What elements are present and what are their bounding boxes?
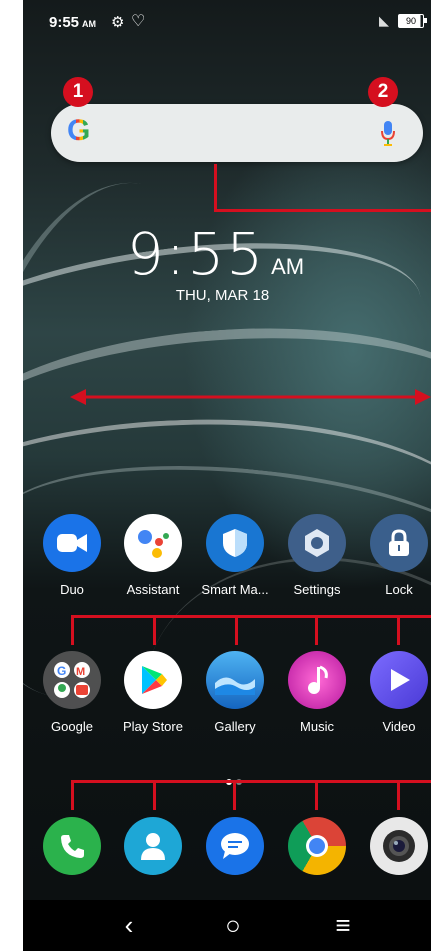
app-label: Settings (293, 582, 341, 597)
duo-icon (43, 514, 101, 572)
annotation-line (397, 615, 400, 645)
navigation-bar: ‹ ○ ≡ (23, 900, 431, 951)
gallery-icon (206, 651, 264, 709)
annotation-line (315, 780, 318, 810)
clock-ampm: AM (271, 254, 305, 279)
dock-camera[interactable] (364, 817, 431, 875)
settings-icon (288, 514, 346, 572)
gear-icon: ⚙ (111, 14, 125, 31)
google-folder-icon: GM (43, 651, 101, 709)
app-label: Play Store (123, 719, 183, 734)
app-label: Music (300, 719, 334, 734)
clock-time: 9:55 (126, 220, 266, 288)
app-label: Duo (60, 582, 84, 597)
google-search-bar[interactable]: G (51, 104, 423, 162)
clock-date: THU, MAR 18 (175, 287, 270, 304)
status-time: 9:55 AM (49, 14, 97, 31)
phone-icon (43, 817, 101, 875)
annotation-line (153, 780, 156, 810)
app-video[interactable]: Video (364, 651, 431, 734)
clock-widget[interactable]: 9:55 AM (0, 220, 431, 288)
mic-icon[interactable] (381, 119, 395, 147)
annotation-line (214, 209, 431, 212)
annotation-line (397, 780, 400, 810)
dock-messages[interactable] (200, 817, 270, 875)
menu-button[interactable]: ≡ (313, 900, 373, 951)
back-button[interactable]: ‹ (99, 900, 159, 951)
dock-contacts[interactable] (118, 817, 188, 875)
annotation-line (214, 164, 217, 212)
no-sim-icon: ◣ (379, 13, 389, 28)
google-logo-icon: G (67, 114, 91, 147)
messages-icon (206, 817, 264, 875)
battery-tip (424, 18, 427, 23)
play-store-icon (124, 651, 182, 709)
app-duo[interactable]: Duo (37, 514, 107, 597)
dock-chrome[interactable] (282, 817, 352, 875)
app-smart-manager[interactable]: Smart Ma... (200, 514, 270, 597)
app-label: Lock (385, 582, 413, 597)
callout-2: 2 (368, 77, 398, 107)
smart-manager-icon (206, 514, 264, 572)
status-ampm: AM (82, 19, 97, 29)
app-gallery[interactable]: Gallery (200, 651, 270, 734)
annotation-line (233, 780, 236, 810)
app-label: Smart Ma... (201, 582, 269, 597)
app-label: Video (382, 719, 416, 734)
dock-phone[interactable] (37, 817, 107, 875)
annotation-line (71, 615, 431, 618)
swipe-arrow-icon (70, 389, 431, 405)
app-assistant[interactable]: Assistant (118, 514, 188, 597)
battery-icon: 90 (398, 14, 424, 28)
music-icon (288, 651, 346, 709)
annotation-line (235, 615, 238, 645)
assistant-icon (124, 514, 182, 572)
home-button[interactable]: ○ (203, 900, 263, 951)
annotation-line (315, 615, 318, 645)
annotation-line (153, 615, 156, 645)
app-google-folder[interactable]: GM Google (37, 651, 107, 734)
chrome-icon (288, 817, 346, 875)
app-label: Google (51, 719, 93, 734)
app-settings[interactable]: Settings (282, 514, 352, 597)
app-label: Gallery (214, 719, 256, 734)
svg-text:M: M (76, 666, 85, 678)
status-bar: 9:55 AM ⚙ ♡ ◣ 90 (23, 0, 431, 42)
annotation-line (71, 780, 431, 783)
app-music[interactable]: Music (282, 651, 352, 734)
contacts-icon (124, 817, 182, 875)
camera-icon (370, 817, 428, 875)
annotation-line (71, 615, 74, 645)
callout-1: 1 (63, 77, 93, 107)
app-lock[interactable]: Lock (364, 514, 431, 597)
app-label: Assistant (126, 582, 180, 597)
app-play-store[interactable]: Play Store (118, 651, 188, 734)
lock-icon (370, 514, 428, 572)
phone-screen: 9:55 AM ⚙ ♡ ◣ 90 G 1 2 9:55 AM THU, MAR 18… (0, 0, 431, 951)
annotation-line (71, 780, 74, 810)
svg-text:G: G (57, 664, 66, 678)
video-icon (370, 651, 428, 709)
heart-icon: ♡ (131, 13, 146, 30)
